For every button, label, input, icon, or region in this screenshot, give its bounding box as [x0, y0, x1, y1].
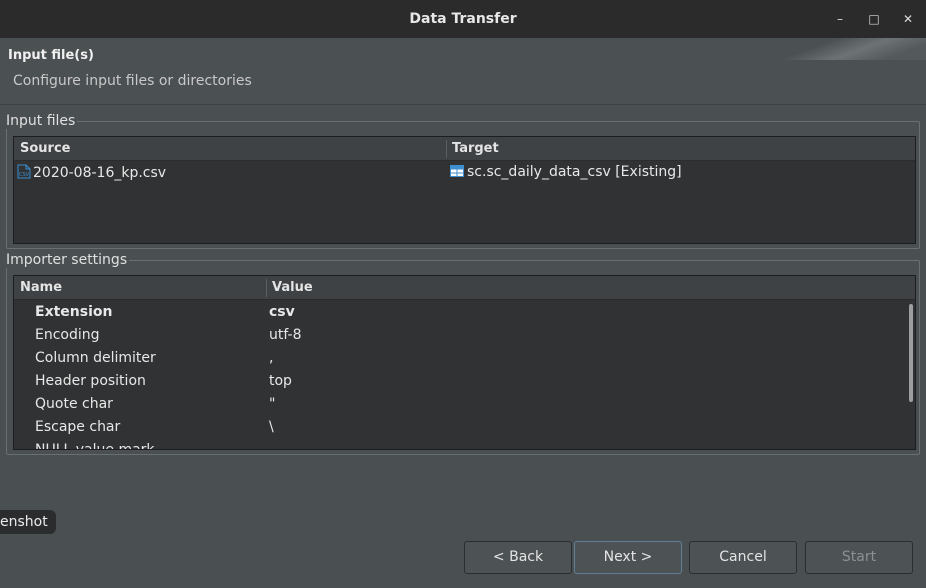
minimize-icon[interactable]: – — [830, 9, 850, 29]
table-row[interactable]: Header position top — [14, 371, 904, 394]
importer-settings-table-header: Name Value — [14, 276, 915, 300]
screenshot-tooltip: enshot — [0, 510, 56, 534]
cancel-button[interactable]: Cancel — [689, 541, 797, 574]
setting-name: Escape char — [35, 419, 121, 435]
importer-settings-scrollbar[interactable] — [909, 304, 913, 402]
table-row[interactable]: Extension csv — [14, 302, 904, 325]
setting-value[interactable]: top — [269, 373, 292, 389]
setting-value[interactable]: , — [269, 350, 273, 366]
setting-name: NULL value mark — [35, 442, 155, 450]
setting-name: Column delimiter — [35, 350, 156, 366]
window-title: Data Transfer — [409, 11, 517, 27]
table-row[interactable]: Encoding utf-8 — [14, 325, 904, 348]
input-files-legend: Input files — [6, 113, 78, 129]
header-banner-graphic — [776, 38, 926, 60]
column-header-name[interactable]: Name — [16, 276, 62, 300]
column-divider — [446, 140, 447, 158]
column-divider — [266, 279, 267, 297]
table-row[interactable]: Escape char \ — [14, 417, 904, 440]
close-icon[interactable]: ✕ — [898, 9, 918, 29]
page-description: Configure input files or directories — [13, 73, 252, 89]
table-icon — [450, 165, 464, 177]
column-header-target[interactable]: Target — [448, 137, 499, 161]
target-table-name: sc.sc_daily_data_csv [Existing] — [467, 164, 682, 180]
column-header-value[interactable]: Value — [268, 276, 313, 300]
window-titlebar: Data Transfer – □ ✕ — [0, 0, 926, 38]
input-files-table[interactable]: Source Target CSV 2020-08-16_kp.csv sc.s… — [13, 136, 916, 244]
setting-name: Header position — [35, 373, 146, 389]
back-button[interactable]: < Back — [464, 541, 572, 574]
importer-settings-legend: Importer settings — [6, 252, 130, 268]
table-row[interactable]: NULL value mark — [14, 440, 904, 450]
setting-name: Quote char — [35, 396, 113, 412]
target-cell[interactable]: sc.sc_daily_data_csv [Existing] — [450, 164, 682, 180]
svg-text:CSV: CSV — [19, 172, 30, 178]
source-cell[interactable]: CSV 2020-08-16_kp.csv — [17, 164, 166, 181]
page-title: Input file(s) — [8, 48, 94, 63]
next-button[interactable]: Next > — [574, 541, 682, 574]
setting-value[interactable]: \ — [269, 419, 274, 435]
maximize-icon[interactable]: □ — [864, 9, 884, 29]
table-row[interactable]: Quote char " — [14, 394, 904, 417]
setting-value[interactable]: utf-8 — [269, 327, 301, 343]
table-row[interactable]: CSV 2020-08-16_kp.csv sc.sc_daily_data_c… — [14, 162, 915, 184]
source-file-name: 2020-08-16_kp.csv — [33, 165, 167, 181]
column-header-source[interactable]: Source — [16, 137, 70, 161]
csv-file-icon: CSV — [17, 164, 31, 179]
input-files-table-header: Source Target — [14, 137, 915, 161]
header-divider — [0, 104, 926, 105]
setting-name: Extension — [35, 304, 113, 320]
setting-value[interactable]: csv — [269, 304, 295, 320]
setting-name: Encoding — [35, 327, 100, 343]
table-row[interactable]: Column delimiter , — [14, 348, 904, 371]
start-button[interactable]: Start — [805, 541, 913, 574]
wizard-page-header: Input file(s) Configure input files or d… — [0, 38, 926, 104]
setting-value[interactable]: " — [269, 396, 275, 412]
importer-settings-table[interactable]: Name Value Extension csv Encoding utf-8 … — [13, 275, 916, 450]
